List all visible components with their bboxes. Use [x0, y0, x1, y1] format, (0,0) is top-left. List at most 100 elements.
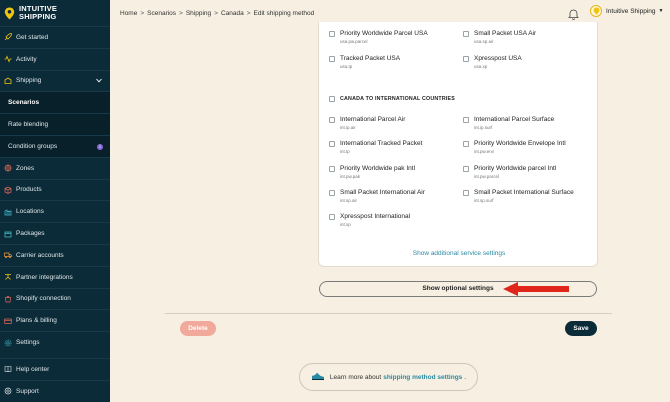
- breadcrumb-home[interactable]: Home: [120, 10, 137, 17]
- divider: [165, 313, 612, 314]
- service-option[interactable]: Priority Worldwide Envelope Intl int.pw.e…: [463, 140, 566, 155]
- sidebar: INTUITIVE SHIPPING Get started Activity …: [0, 0, 110, 402]
- rocket-icon: [4, 33, 12, 41]
- sidebar-item-settings[interactable]: Settings: [0, 331, 110, 353]
- sidebar-item-help-center[interactable]: Help center: [0, 358, 110, 380]
- checkbox[interactable]: [463, 31, 469, 37]
- breadcrumb-canada[interactable]: Canada: [221, 10, 244, 17]
- service-label: Xpresspost USA: [474, 55, 522, 62]
- service-label: Priority Worldwide Envelope Intl: [474, 140, 566, 147]
- service-code: int.ip.surf: [474, 125, 493, 130]
- sidebar-item-activity[interactable]: Activity: [0, 47, 110, 70]
- checkbox[interactable]: [463, 166, 469, 172]
- sidebar-item-label: Plans & billing: [16, 317, 57, 325]
- service-option[interactable]: Small Packet USA Air usa.sp.air: [463, 30, 536, 45]
- sidebar-item-carrier-accounts[interactable]: Carrier accounts: [0, 243, 110, 266]
- service-option[interactable]: Tracked Packet USA usa.tp: [329, 55, 400, 70]
- service-option[interactable]: Priority Worldwide Parcel USA usa.pw.parc…: [329, 30, 428, 45]
- breadcrumb-separator: >: [246, 9, 251, 17]
- red-arrow-annotation-icon: [502, 281, 570, 302]
- checkbox[interactable]: [329, 31, 335, 37]
- learn-more-prefix: Learn more about: [329, 373, 382, 381]
- select-all-checkbox[interactable]: [329, 96, 335, 102]
- sidebar-item-get-started[interactable]: Get started: [0, 26, 110, 48]
- locations-icon: [4, 208, 12, 216]
- sidebar-item-label: Partner integrations: [16, 273, 73, 281]
- sidebar-item-label: Packages: [16, 230, 45, 238]
- sidebar-item-label: Get started: [16, 33, 49, 41]
- sidebar-item-products[interactable]: Products: [0, 178, 110, 201]
- shipping-services-card: Priority Worldwide Parcel USA usa.pw.parc…: [318, 22, 598, 267]
- save-button[interactable]: Save: [565, 321, 597, 336]
- service-option[interactable]: Xpresspost USA usa.xp: [463, 55, 522, 70]
- checkbox[interactable]: [329, 190, 335, 196]
- service-label: International Tracked Packet: [340, 140, 423, 147]
- checkbox[interactable]: [329, 117, 335, 123]
- service-label: Small Packet USA Air: [474, 30, 537, 37]
- service-code: int.pw.pak: [340, 174, 361, 179]
- show-additional-settings-link[interactable]: Show additional service settings: [319, 250, 599, 257]
- shipping-method-settings-link[interactable]: shipping method settings: [383, 374, 462, 381]
- sidebar-item-locations[interactable]: Locations: [0, 200, 110, 222]
- sidebar-item-packages[interactable]: Packages: [0, 222, 110, 244]
- service-code: usa.sp.air: [474, 39, 494, 44]
- sidebar-item-support[interactable]: Support: [0, 379, 110, 402]
- brand-logo[interactable]: INTUITIVE SHIPPING: [0, 0, 110, 26]
- checkbox[interactable]: [329, 141, 335, 147]
- sidebar-item-shipping[interactable]: Shipping: [0, 69, 110, 92]
- sidebar-item-scenarios[interactable]: Scenarios: [0, 91, 110, 114]
- breadcrumb-separator: >: [140, 9, 145, 17]
- chevron-down-icon[interactable]: [96, 78, 102, 85]
- sidebar-item-shopify-connection[interactable]: Shopify connection: [0, 287, 110, 310]
- breadcrumb-shipping[interactable]: Shipping: [186, 10, 211, 17]
- activity-icon: [4, 55, 12, 63]
- breadcrumb-scenarios[interactable]: Scenarios: [147, 10, 176, 17]
- service-label: Small Packet International Air: [340, 189, 425, 196]
- zones-icon: [4, 164, 12, 172]
- learn-more-banner: Learn more about shipping method setting…: [299, 363, 478, 391]
- checkbox[interactable]: [463, 56, 469, 62]
- service-label: Priority Worldwide pak Intl: [340, 165, 416, 172]
- service-option[interactable]: Small Packet International Air int.sp.air: [329, 189, 425, 204]
- service-option[interactable]: Small Packet International Surface int.sp…: [463, 189, 574, 204]
- checkbox[interactable]: [329, 214, 335, 220]
- shipping-icon: [4, 77, 12, 85]
- checkbox[interactable]: [329, 166, 335, 172]
- checkbox[interactable]: [329, 56, 335, 62]
- service-option[interactable]: International Parcel Air int.ip.air: [329, 116, 405, 131]
- service-option[interactable]: Xpresspost International int.xp: [329, 213, 410, 228]
- service-option[interactable]: International Tracked Packet int.tp: [329, 140, 422, 155]
- service-code: int.tp: [340, 149, 350, 154]
- service-option[interactable]: International Parcel Surface int.ip.surf: [463, 116, 554, 131]
- breadcrumb: Home > Scenarios > Shipping > Canada > Edit …: [120, 10, 314, 17]
- sidebar-item-label: Settings: [16, 339, 40, 347]
- service-option[interactable]: Priority Worldwide parcel Intl int.pw.par…: [463, 165, 556, 180]
- service-code: usa.pw.parcel: [340, 39, 368, 44]
- products-icon: [4, 186, 12, 194]
- shopify-icon: [4, 295, 12, 303]
- packages-icon: [4, 230, 12, 238]
- checkbox[interactable]: [463, 117, 469, 123]
- breadcrumb-separator: >: [214, 9, 218, 17]
- sidebar-item-plans-billing[interactable]: Plans & billing: [0, 309, 110, 331]
- service-option[interactable]: Priority Worldwide pak Intl int.pw.pak: [329, 165, 415, 180]
- sidebar-item-label: Shopify connection: [16, 295, 71, 303]
- delete-button[interactable]: Delete: [180, 321, 216, 336]
- sidebar-item-rate-blending[interactable]: Rate blending: [0, 113, 110, 135]
- section-header-international[interactable]: CANADA TO INTERNATIONAL COUNTRIES: [329, 96, 455, 102]
- sidebar-item-label: Carrier accounts: [16, 251, 64, 259]
- billing-icon: [4, 317, 12, 325]
- checkbox[interactable]: [463, 141, 469, 147]
- checkbox[interactable]: [463, 190, 469, 196]
- gear-icon: [4, 339, 12, 347]
- sidebar-item-condition-groups[interactable]: Condition groups i: [0, 134, 110, 157]
- sidebar-item-zones[interactable]: Zones: [0, 156, 110, 179]
- sidebar-item-partner-integrations[interactable]: Partner integrations: [0, 265, 110, 288]
- sidebar-item-label: Support: [16, 387, 39, 395]
- integrations-icon: [4, 273, 12, 281]
- account-menu[interactable]: Intuitive Shipping ▼: [590, 5, 663, 17]
- carrier-icon: [4, 251, 12, 259]
- sidebar-item-label: Condition groups: [8, 142, 58, 150]
- service-label: Priority Worldwide parcel Intl: [474, 165, 557, 172]
- service-code: int.sp.air: [340, 198, 358, 203]
